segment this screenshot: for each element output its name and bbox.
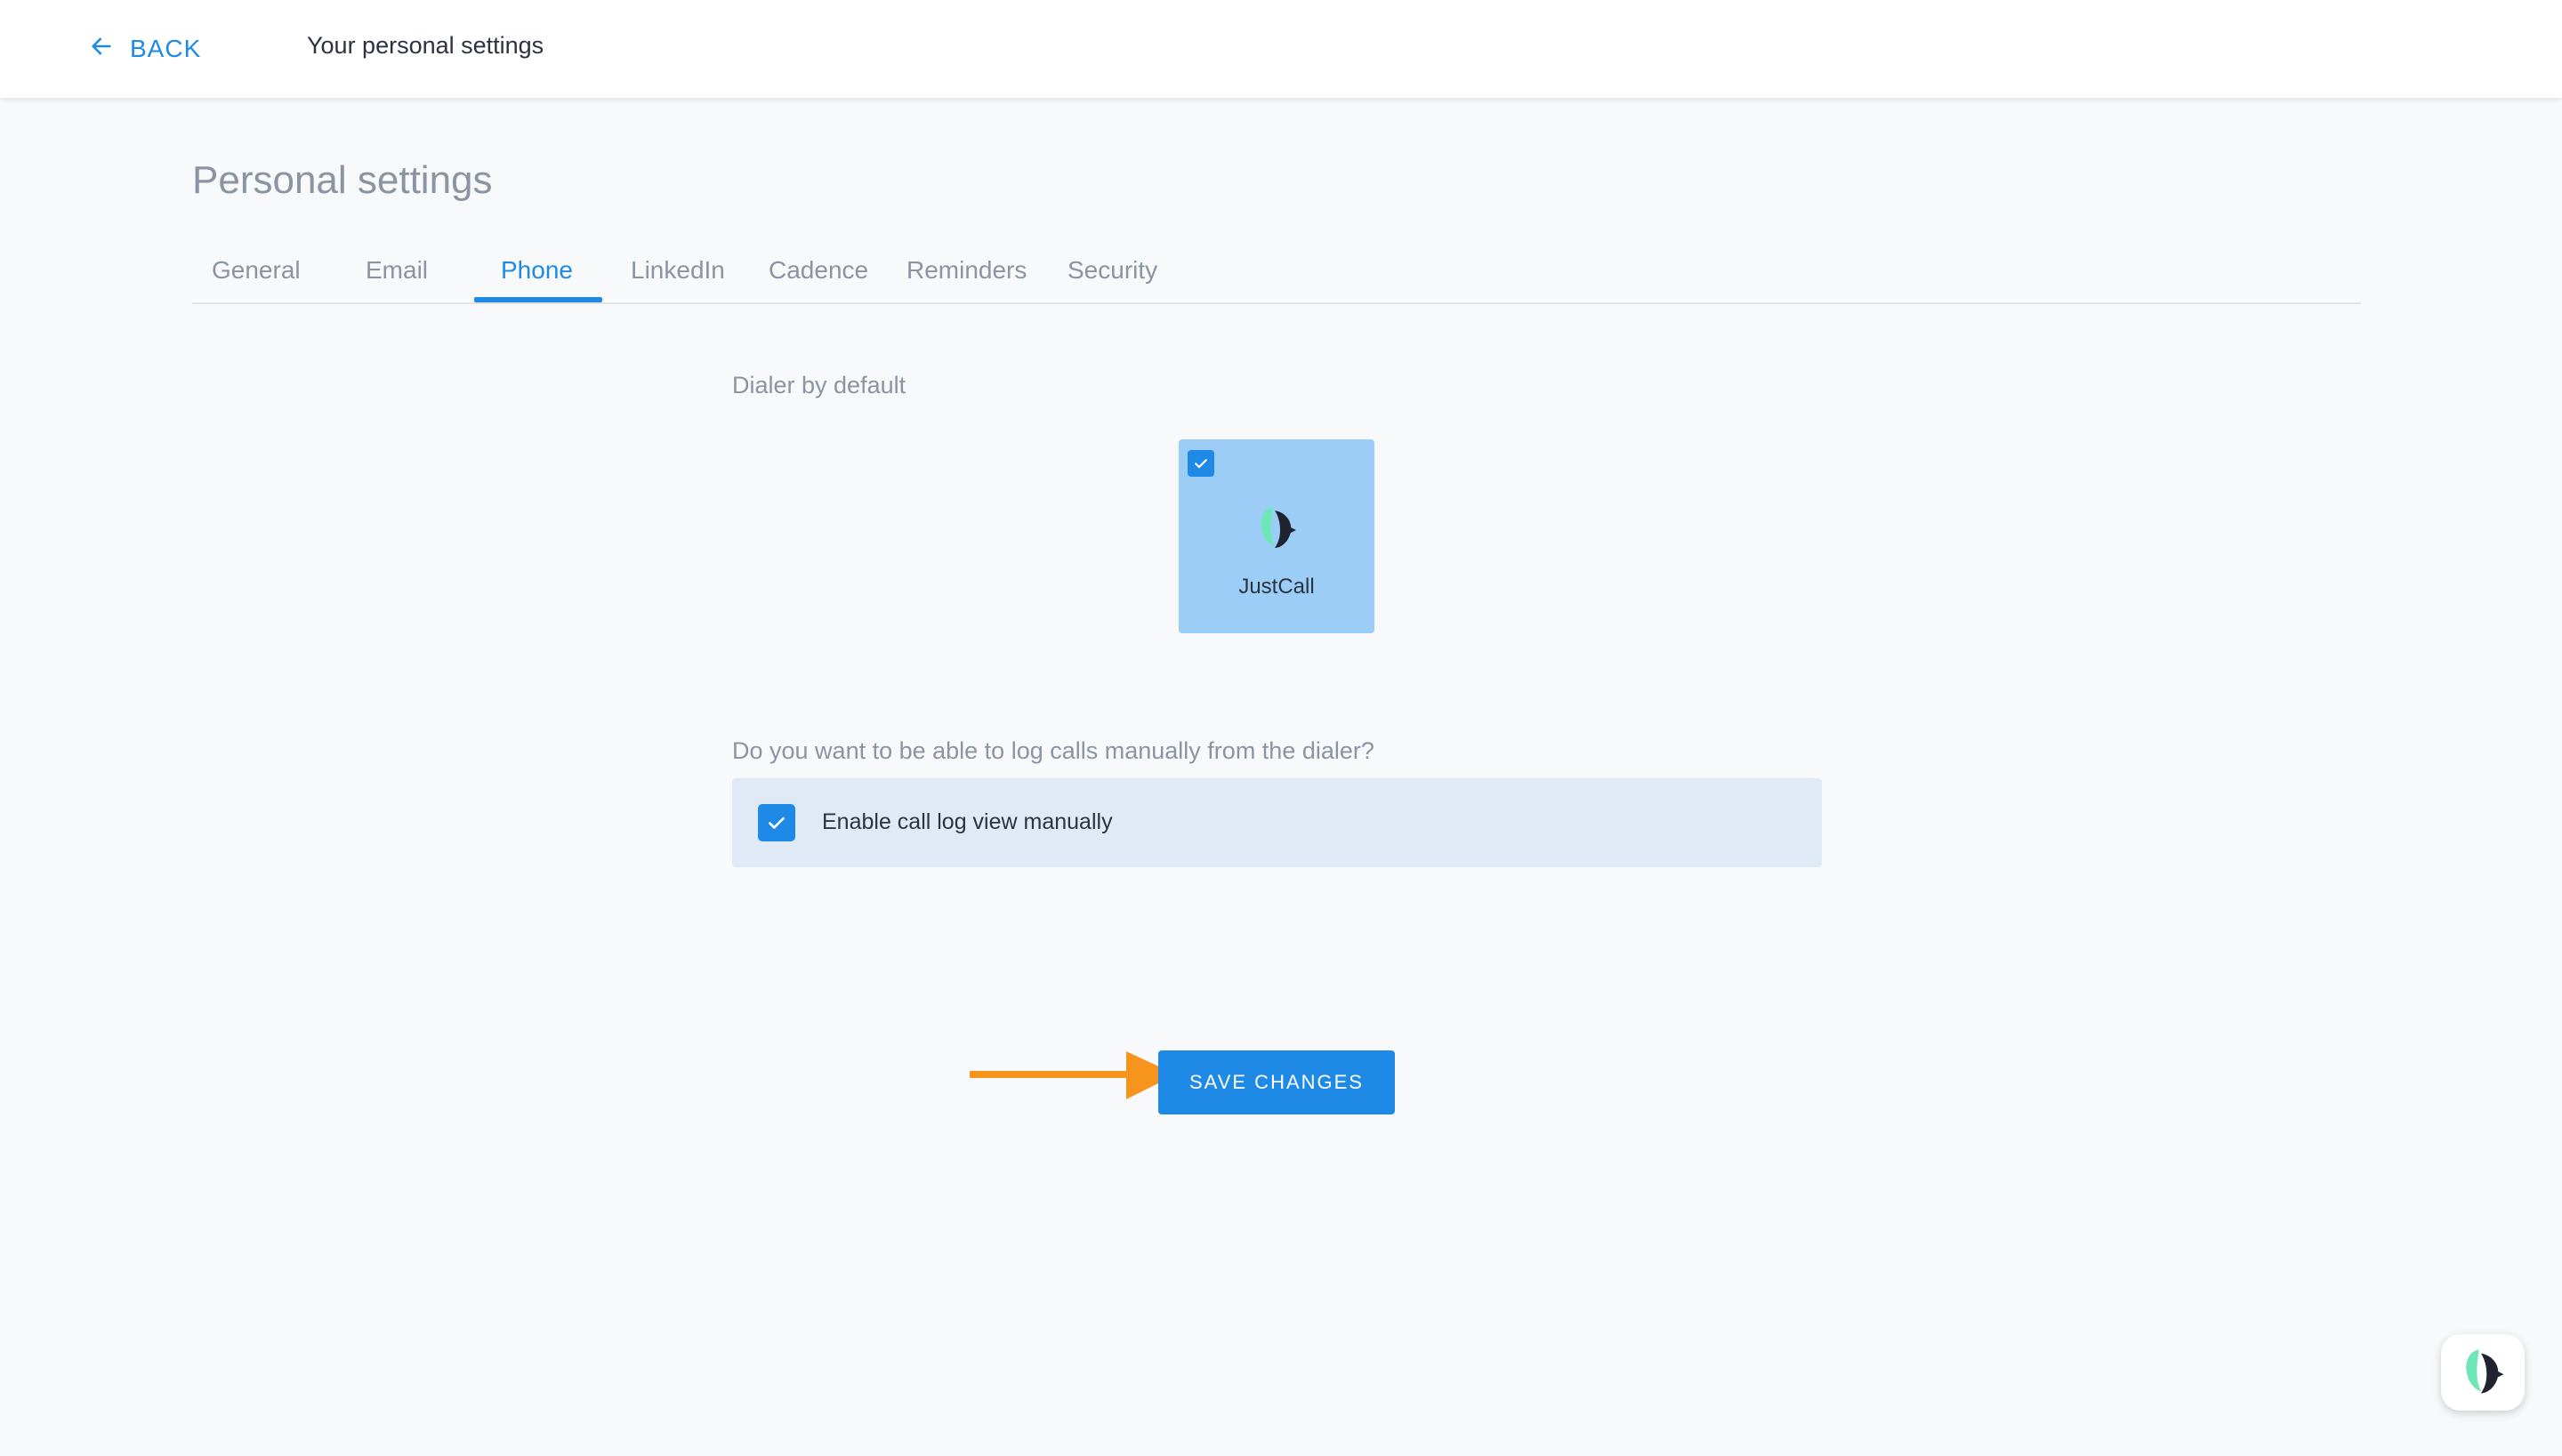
dialer-option-justcall[interactable]: JustCall bbox=[1179, 439, 1374, 633]
header-title: Your personal settings bbox=[307, 32, 544, 59]
active-tab-indicator bbox=[474, 297, 602, 302]
justcall-logo-icon bbox=[1261, 507, 1296, 548]
tab-cadence[interactable]: Cadence bbox=[769, 256, 868, 285]
page-title: Personal settings bbox=[192, 158, 493, 202]
call-log-option-row[interactable]: Enable call log view manually bbox=[732, 778, 1822, 867]
tab-phone[interactable]: Phone bbox=[501, 256, 573, 285]
floating-justcall-widget[interactable] bbox=[2441, 1334, 2525, 1411]
dialer-option-label: JustCall bbox=[1238, 575, 1315, 599]
arrow-left-icon bbox=[89, 34, 114, 65]
save-changes-button[interactable]: SAVE CHANGES bbox=[1158, 1050, 1395, 1114]
settings-tabs: General Email Phone LinkedIn Cadence Rem… bbox=[192, 240, 2361, 304]
enable-call-log-label: Enable call log view manually bbox=[822, 809, 1113, 834]
top-bar: BACK Your personal settings bbox=[0, 0, 2562, 98]
tab-reminders[interactable]: Reminders bbox=[906, 256, 1027, 285]
dialer-section-label: Dialer by default bbox=[732, 372, 906, 398]
dialer-selected-checkbox[interactable] bbox=[1188, 450, 1214, 477]
orange-arrow-annotation bbox=[970, 1051, 1176, 1099]
enable-call-log-checkbox[interactable] bbox=[758, 804, 795, 841]
call-log-question: Do you want to be able to log calls manu… bbox=[732, 737, 1374, 764]
back-button[interactable]: BACK bbox=[89, 28, 201, 69]
checkmark-icon bbox=[769, 816, 785, 829]
tab-linkedin[interactable]: LinkedIn bbox=[631, 256, 725, 285]
tab-security[interactable]: Security bbox=[1068, 256, 1157, 285]
tab-email[interactable]: Email bbox=[366, 256, 428, 285]
back-label: BACK bbox=[130, 35, 202, 62]
checkmark-icon bbox=[1195, 459, 1207, 469]
tab-general[interactable]: General bbox=[212, 256, 301, 285]
justcall-logo-icon bbox=[2466, 1349, 2504, 1394]
